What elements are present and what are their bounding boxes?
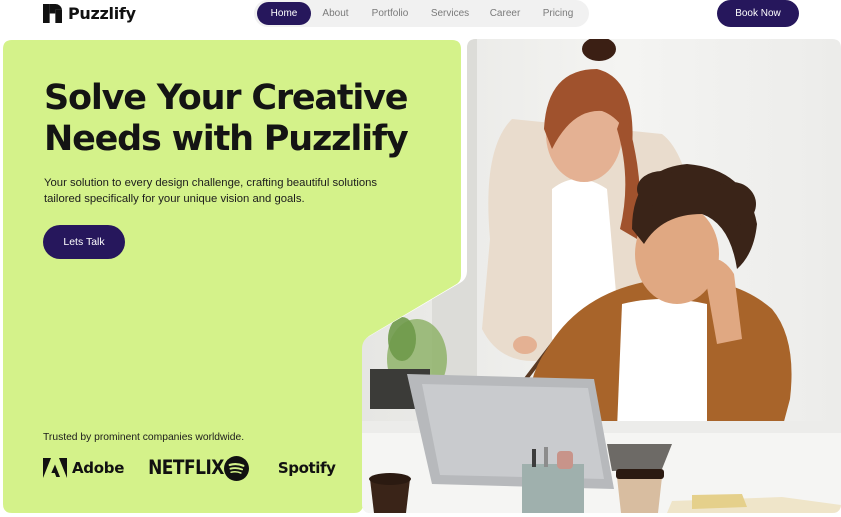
book-now-button[interactable]: Book Now xyxy=(717,0,799,27)
hero-subtitle: Your solution to every design challenge,… xyxy=(44,175,404,207)
hero-title-line-2: Needs with Puzzlify xyxy=(44,119,409,159)
lets-talk-button[interactable]: Lets Talk xyxy=(43,225,125,259)
brand-netflix: NETFLIX xyxy=(124,456,224,480)
brand-logo[interactable]: Puzzlify xyxy=(43,3,136,23)
brand-name: Puzzlify xyxy=(68,3,136,23)
spotify-wordmark: Spotify xyxy=(277,459,336,477)
puzzle-logo-icon xyxy=(43,3,62,23)
nav-item-about[interactable]: About xyxy=(311,2,360,25)
adobe-logo-icon xyxy=(43,458,67,478)
nav-item-career[interactable]: Career xyxy=(480,2,530,25)
hero-photo xyxy=(362,39,841,513)
nav-item-services[interactable]: Services xyxy=(420,2,480,25)
nav-item-portfolio[interactable]: Portfolio xyxy=(360,2,420,25)
hero-photo-illustration xyxy=(362,39,841,513)
adobe-wordmark: Adobe xyxy=(72,459,125,477)
hero-subtitle-line-1: Your solution to every design challenge,… xyxy=(44,177,378,189)
netflix-wordmark: NETFLIX xyxy=(148,456,224,480)
brand-adobe: Adobe xyxy=(43,458,124,478)
hero-subtitle-line-2: tailored specifically for your unique vi… xyxy=(44,193,305,205)
nav-item-home[interactable]: Home xyxy=(257,2,311,25)
brand-logos: Adobe NETFLIX Spotify xyxy=(43,454,336,482)
nav-item-pricing[interactable]: Pricing xyxy=(530,2,586,25)
hero-title-line-1: Solve Your Creative xyxy=(44,78,409,118)
main-nav: Home About Portfolio Services Career Pri… xyxy=(254,0,589,27)
trusted-by-text: Trusted by prominent companies worldwide… xyxy=(43,432,245,443)
brand-spotify: Spotify xyxy=(223,455,336,481)
spotify-logo-icon xyxy=(223,455,249,481)
